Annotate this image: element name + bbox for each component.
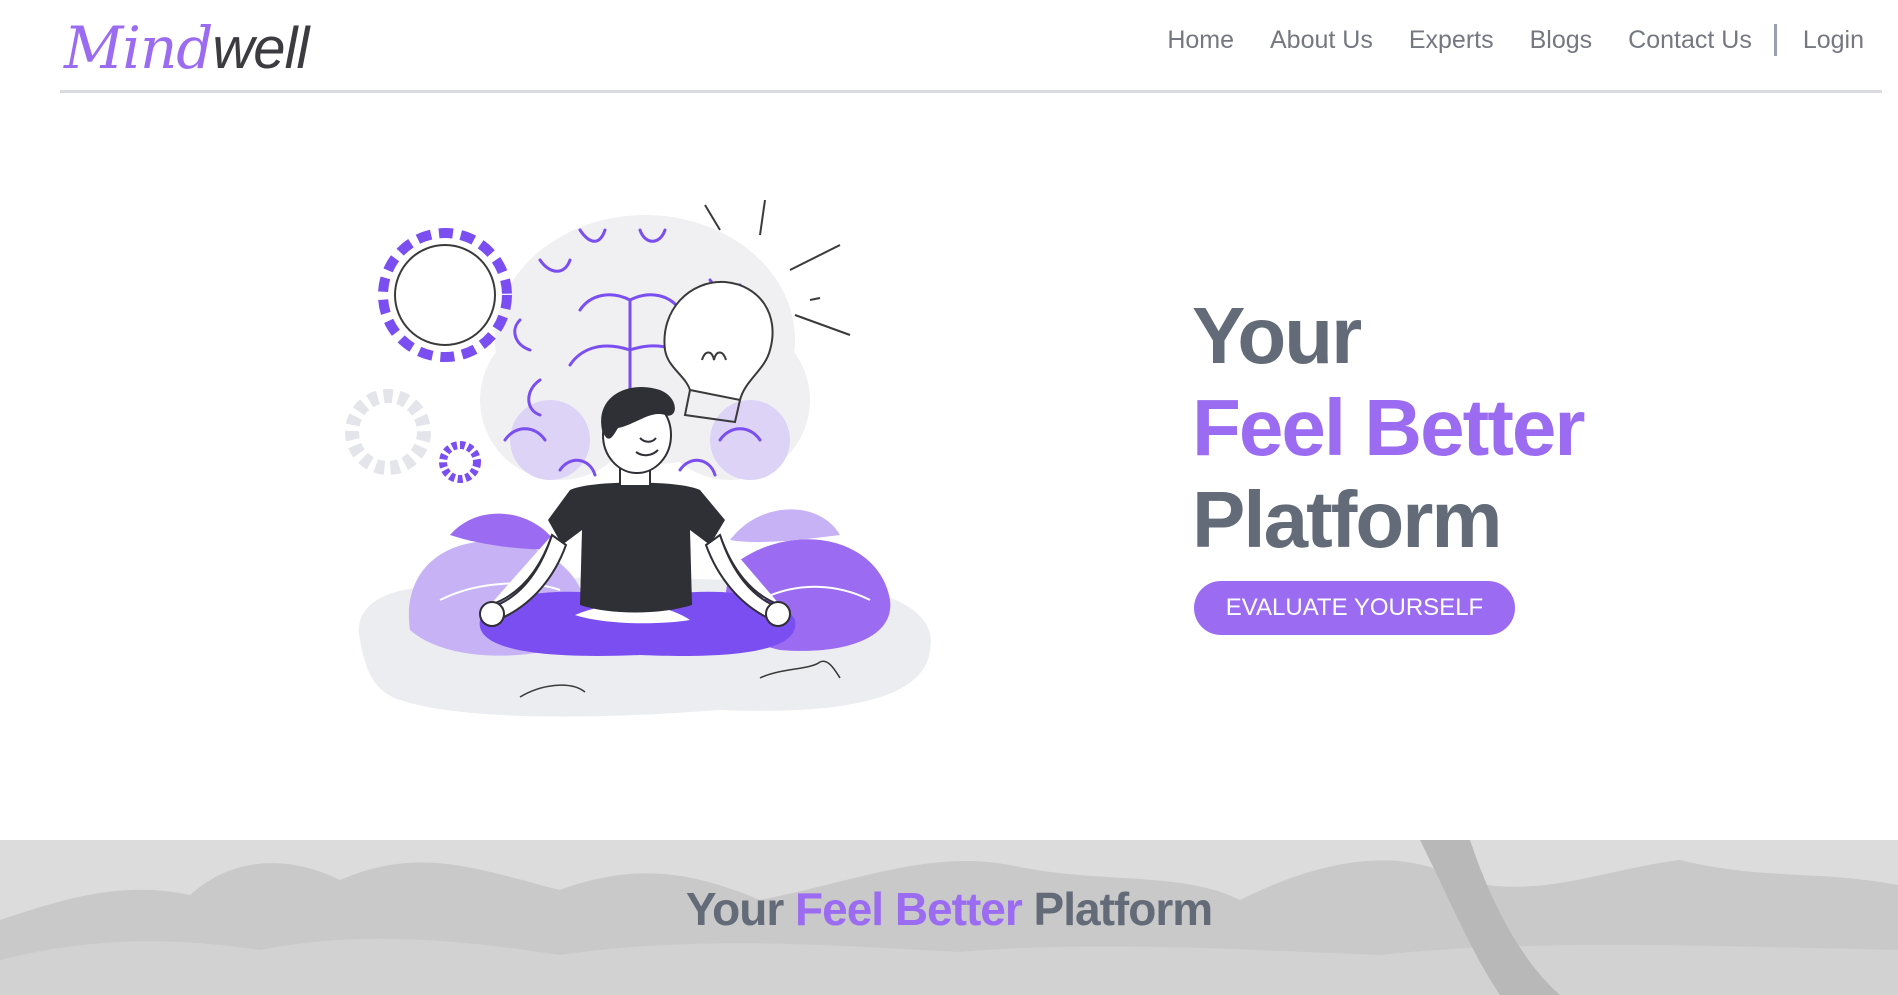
section-title-your: Your bbox=[685, 883, 784, 935]
nav-contact-us[interactable]: Contact Us bbox=[1628, 26, 1752, 55]
nav-home[interactable]: Home bbox=[1167, 26, 1234, 55]
logo-plain-text: well bbox=[212, 16, 309, 81]
main-nav: Home About Us Experts Blogs Contact Us L… bbox=[1131, 20, 1882, 60]
section-title-feel-better: Feel Better bbox=[795, 883, 1023, 935]
section-title-platform: Platform bbox=[1033, 883, 1214, 935]
nav-blogs[interactable]: Blogs bbox=[1530, 26, 1593, 55]
evaluate-yourself-button[interactable]: EVALUATE YOURSELF bbox=[1194, 581, 1515, 635]
nav-about-us[interactable]: About Us bbox=[1270, 26, 1373, 55]
nav-divider bbox=[1773, 24, 1777, 56]
section-title: Your Feel Better Platform bbox=[0, 882, 1898, 936]
hero-illustration bbox=[340, 199, 950, 730]
nav-login[interactable]: Login bbox=[1803, 26, 1864, 55]
nav-experts[interactable]: Experts bbox=[1409, 26, 1494, 55]
gear-icon bbox=[345, 228, 512, 483]
logo[interactable]: Mind well bbox=[64, 14, 309, 84]
feel-better-section: Your Feel Better Platform bbox=[0, 840, 1898, 995]
hero-line-your: Your bbox=[1192, 291, 1362, 380]
meditating-person-icon bbox=[345, 199, 931, 717]
hero-heading: Your Feel Better Platform bbox=[1192, 290, 1692, 566]
logo-script-text: Mind bbox=[64, 14, 213, 82]
hero-line-platform: Platform bbox=[1192, 475, 1503, 564]
hero-line-feel-better: Feel Better bbox=[1192, 383, 1585, 472]
site-header: Mind well Home About Us Experts Blogs Co… bbox=[60, 0, 1882, 93]
